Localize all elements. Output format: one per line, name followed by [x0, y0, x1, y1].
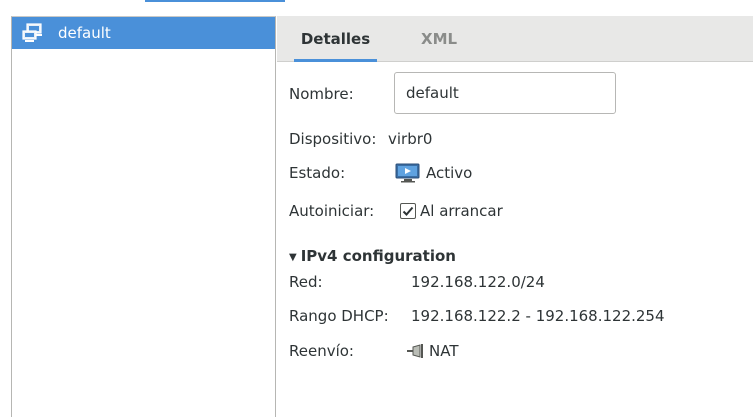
network-list-item-default[interactable]: default — [12, 17, 275, 49]
top-accent-line — [145, 0, 285, 2]
name-field[interactable]: default — [394, 72, 616, 114]
ipv4-section-title: IPv4 configuration — [300, 247, 456, 265]
dhcp-value: 192.168.122.2 - 192.168.122.254 — [411, 307, 665, 325]
dhcp-label: Rango DHCP: — [289, 307, 389, 325]
plug-icon — [407, 343, 427, 359]
network-list-item-label: default — [58, 24, 111, 42]
expander-triangle-icon: ▼ — [289, 252, 297, 263]
network-list[interactable]: default — [11, 16, 276, 417]
forward-value: NAT — [429, 342, 459, 360]
ipv4-section-header[interactable]: ▼ IPv4 configuration — [289, 245, 456, 267]
network-icon — [22, 23, 44, 43]
autostart-checkbox[interactable] — [400, 203, 416, 219]
name-label: Nombre: — [289, 85, 354, 103]
autostart-label: Autoiniciar: — [289, 202, 375, 220]
top-strip — [0, 0, 753, 8]
tab-detalles[interactable]: Detalles — [294, 16, 377, 62]
tab-bar: Detalles XML — [277, 16, 753, 62]
state-label: Estado: — [289, 164, 346, 182]
monitor-play-icon — [395, 163, 421, 183]
forward-label: Reenvío: — [289, 342, 354, 360]
state-value: Activo — [426, 164, 473, 182]
network-value: 192.168.122.0/24 — [411, 273, 545, 291]
device-value: virbr0 — [388, 130, 433, 148]
device-label: Dispositivo: — [289, 130, 377, 148]
network-label: Red: — [289, 273, 323, 291]
details-pane: Detalles XML Nombre: default Dispositivo… — [277, 16, 753, 417]
check-icon — [402, 206, 414, 216]
autostart-value: Al arrancar — [420, 202, 503, 220]
tab-xml[interactable]: XML — [403, 16, 463, 62]
